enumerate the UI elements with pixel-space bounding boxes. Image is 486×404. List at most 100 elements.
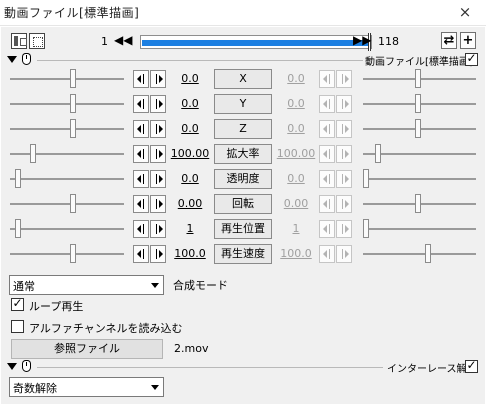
video-icon[interactable] [11, 33, 27, 49]
param-name-button[interactable]: 回転 [214, 194, 272, 214]
seek-back-button[interactable]: ◀◀ [114, 32, 132, 49]
param-start-slider[interactable] [10, 144, 124, 164]
slider-thumb[interactable] [15, 219, 21, 238]
increment-icon[interactable] [150, 145, 166, 163]
decrement-icon [319, 245, 335, 263]
blend-mode-select[interactable]: 通常 [9, 275, 164, 295]
param-name-button[interactable]: 拡大率 [214, 144, 272, 164]
param-name-button[interactable]: Z [214, 119, 272, 139]
param-end-value: 100.00 [276, 147, 316, 160]
param-end-slider[interactable] [363, 144, 476, 164]
blend-mode-value: 通常 [13, 280, 35, 293]
param-start-slider[interactable] [10, 244, 124, 264]
browse-file-button[interactable]: 参照ファイル [11, 339, 163, 359]
section-video-file-checkbox[interactable]: ✓ [465, 51, 478, 66]
param-end-slider[interactable] [363, 244, 476, 264]
slider-thumb[interactable] [70, 119, 76, 138]
increment-icon[interactable] [150, 195, 166, 213]
param-end-slider[interactable] [363, 169, 476, 189]
frame-start: 1 [101, 35, 108, 48]
slider-thumb[interactable] [415, 119, 421, 138]
increment-icon[interactable] [150, 70, 166, 88]
slider-track [10, 78, 124, 80]
increment-icon[interactable] [150, 220, 166, 238]
param-name-button[interactable]: 再生位置 [214, 219, 272, 239]
param-start-arrows [133, 195, 166, 213]
slider-thumb[interactable] [363, 219, 369, 238]
param-start-value[interactable]: 0.0 [169, 97, 211, 110]
param-start-slider[interactable] [10, 219, 124, 239]
param-end-arrows [319, 170, 352, 188]
slider-thumb[interactable] [30, 144, 36, 163]
param-name-button[interactable]: 再生速度 [214, 244, 272, 264]
collapse-triangle-icon[interactable] [7, 363, 17, 370]
param-start-slider[interactable] [10, 69, 124, 89]
slider-thumb[interactable] [415, 194, 421, 213]
param-start-slider[interactable] [10, 169, 124, 189]
decrement-icon [319, 70, 335, 88]
param-start-slider[interactable] [10, 94, 124, 114]
increment-icon[interactable] [150, 170, 166, 188]
slider-track [363, 178, 476, 180]
param-end-slider[interactable] [363, 194, 476, 214]
seek-bar[interactable] [140, 33, 372, 51]
param-start-value[interactable]: 0.0 [169, 72, 211, 85]
param-end-slider[interactable] [363, 69, 476, 89]
decrement-icon[interactable] [133, 245, 149, 263]
slider-thumb[interactable] [415, 69, 421, 88]
param-start-slider[interactable] [10, 119, 124, 139]
param-name-button[interactable]: 透明度 [214, 169, 272, 189]
increment-icon[interactable] [150, 245, 166, 263]
decrement-icon[interactable] [133, 70, 149, 88]
alpha-channel-checkbox[interactable] [11, 320, 24, 333]
param-end-slider[interactable] [363, 219, 476, 239]
window-titlebar: 動画ファイル[標準描画] × [0, 0, 486, 26]
param-name-button[interactable]: X [214, 69, 272, 89]
param-start-arrows [133, 120, 166, 138]
swap-button[interactable]: ⇄ [441, 32, 457, 49]
slider-thumb[interactable] [415, 94, 421, 113]
param-end-slider[interactable] [363, 119, 476, 139]
deinterlace-select[interactable]: 奇数解除 [9, 377, 164, 397]
param-start-value[interactable]: 0.0 [169, 172, 211, 185]
frame-select-icon[interactable] [29, 33, 45, 49]
slider-thumb[interactable] [375, 144, 381, 163]
increment-icon[interactable] [150, 95, 166, 113]
slider-thumb[interactable] [425, 244, 431, 263]
decrement-icon[interactable] [133, 220, 149, 238]
decrement-icon[interactable] [133, 145, 149, 163]
decrement-icon[interactable] [133, 120, 149, 138]
slider-thumb[interactable] [70, 69, 76, 88]
param-start-value[interactable]: 100.0 [169, 247, 211, 260]
seek-forward-button[interactable]: ▶▶ [353, 32, 371, 49]
slider-track [10, 153, 124, 155]
slider-thumb[interactable] [70, 244, 76, 263]
decrement-icon[interactable] [133, 170, 149, 188]
slider-thumb[interactable] [363, 169, 369, 188]
add-filter-button[interactable]: + [460, 32, 476, 49]
param-end-arrows [319, 195, 352, 213]
param-start-value[interactable]: 1 [169, 222, 211, 235]
slider-thumb[interactable] [70, 194, 76, 213]
param-start-value[interactable]: 0.00 [169, 197, 211, 210]
close-button[interactable]: × [448, 2, 482, 22]
collapse-triangle-icon[interactable] [7, 56, 17, 63]
alpha-channel-label: アルファチャンネルを読み込む [29, 322, 183, 335]
increment-icon[interactable] [150, 120, 166, 138]
slider-thumb[interactable] [70, 94, 76, 113]
chevron-down-icon[interactable] [147, 378, 163, 396]
param-name-button[interactable]: Y [214, 94, 272, 114]
param-start-arrows [133, 70, 166, 88]
slider-thumb[interactable] [15, 169, 21, 188]
chevron-down-icon[interactable] [147, 276, 163, 294]
section-divider [37, 60, 363, 61]
loop-checkbox[interactable]: ✓ [11, 296, 24, 311]
param-start-slider[interactable] [10, 194, 124, 214]
param-end-slider[interactable] [363, 94, 476, 114]
decrement-icon[interactable] [133, 195, 149, 213]
decrement-icon[interactable] [133, 95, 149, 113]
param-start-value[interactable]: 100.00 [169, 147, 211, 160]
param-start-value[interactable]: 0.0 [169, 122, 211, 135]
section-deinterlace-checkbox[interactable]: ✓ [465, 358, 478, 373]
mouse-icon [22, 360, 31, 372]
